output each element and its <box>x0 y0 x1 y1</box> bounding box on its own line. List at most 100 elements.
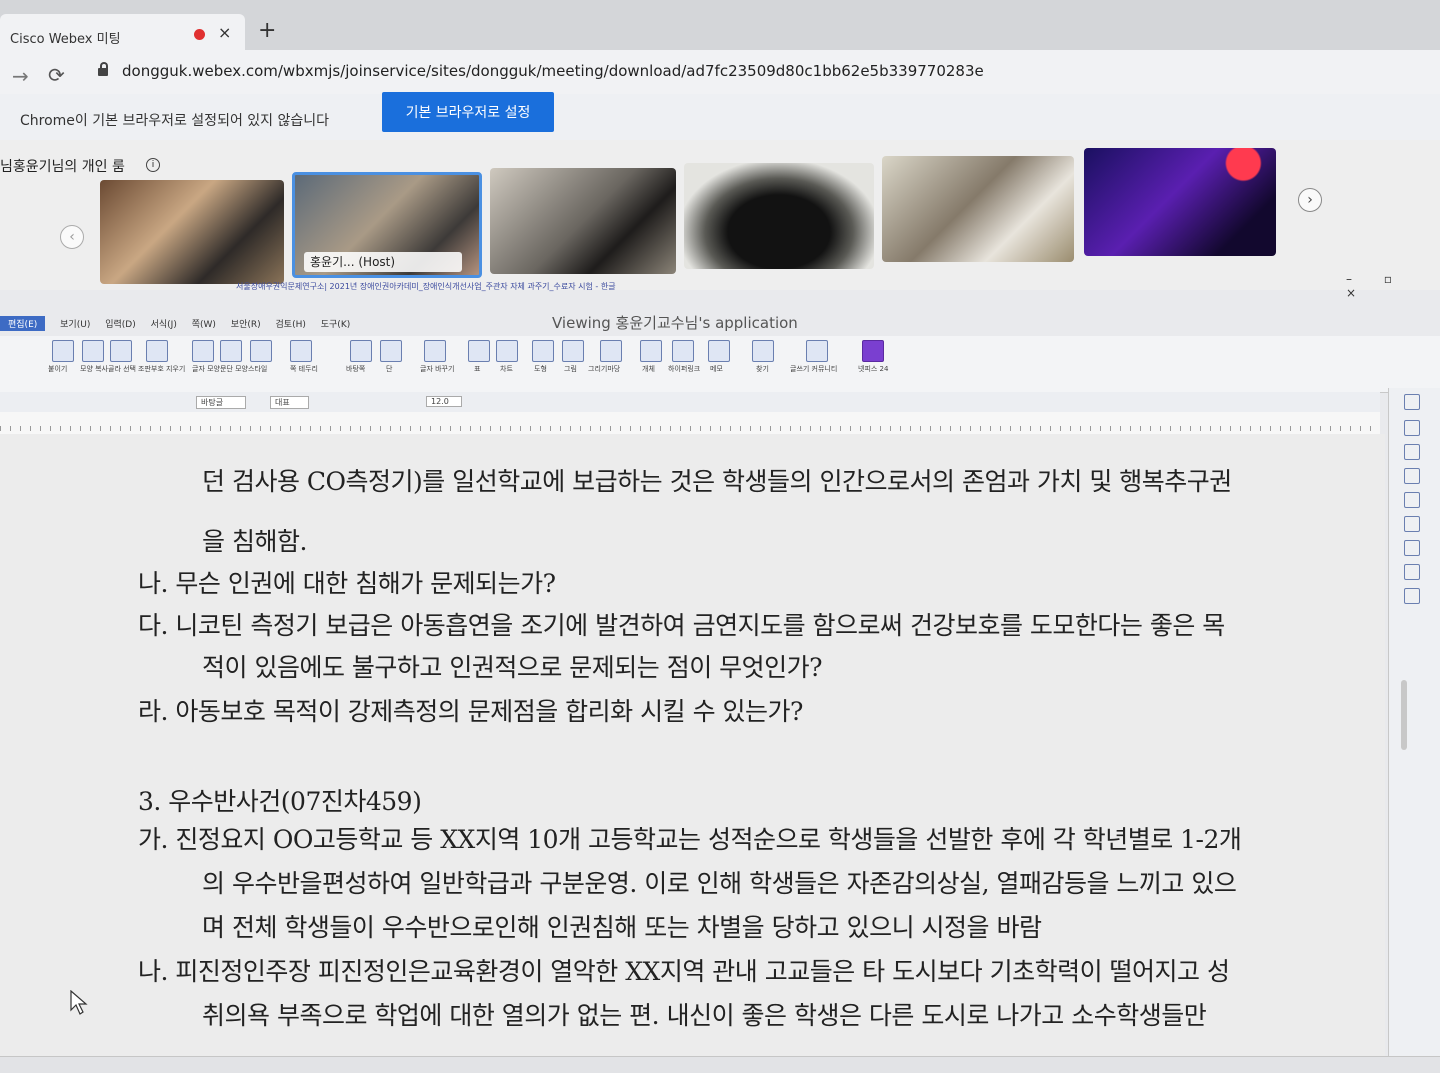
ribbon-label-picture: 그림 <box>564 365 577 373</box>
picture-icon[interactable] <box>562 340 584 362</box>
ribbon-label-writing-community: 글쓰기 커뮤니티 <box>790 365 838 373</box>
find-icon[interactable] <box>752 340 774 362</box>
participant-video-3[interactable] <box>490 168 676 274</box>
side-tool-icon[interactable] <box>1404 394 1420 410</box>
chart-icon[interactable] <box>496 340 518 362</box>
doc-line: 라. 아동보호 목적이 강제측정의 문제점을 합리화 시킬 수 있는가? <box>138 697 803 726</box>
char-replace-icon[interactable] <box>424 340 446 362</box>
ribbon-label-drawing-gallery: 그리기마당 <box>588 365 621 373</box>
menu-item-view[interactable]: 보기(U) <box>60 317 90 330</box>
menu-item-review[interactable]: 검토(H) <box>276 317 306 330</box>
doc-heading: 3. 우수반사건(07진차459) <box>138 787 422 816</box>
doc-line: 적이 있음에도 불구하고 인권적으로 문제되는 점이 무엇인가? <box>202 653 823 682</box>
ribbon-label-chart: 차트 <box>500 365 513 373</box>
participant-video-4[interactable] <box>684 163 874 269</box>
columns-icon[interactable] <box>380 340 402 362</box>
page-border-icon[interactable] <box>290 340 312 362</box>
side-tool-icon[interactable] <box>1404 588 1420 604</box>
ribbon-label-style: 스타일 <box>248 365 268 373</box>
set-default-browser-button[interactable]: 기본 브라우저로 설정 <box>382 92 554 132</box>
formatting-toolbar: 바탕글 대표 12.0 <box>0 392 1380 413</box>
tab-close-icon[interactable]: × <box>218 23 231 42</box>
char-shape-icon[interactable] <box>192 340 214 362</box>
ribbon-label-select: 골라 선택 <box>108 365 136 373</box>
ribbon-label-master-page: 바탕쪽 <box>346 365 366 373</box>
menu-item-tools[interactable]: 도구(K) <box>321 317 351 330</box>
side-tool-icon[interactable] <box>1404 468 1420 484</box>
url-field[interactable]: dongguk.webex.com/wbxmjs/joinservice/sit… <box>122 62 984 80</box>
style-select[interactable]: 바탕글 <box>196 396 247 409</box>
ribbon-label-columns: 단 <box>386 365 393 373</box>
doc-line: 나. 피진정인주장 피진정인은교육환경이 열악한 XX지역 관내 고교들은 타 … <box>138 957 1230 986</box>
ribbon-label-clear-codes: 조판부호 지우기 <box>138 365 186 373</box>
participant-video-5[interactable] <box>882 156 1074 262</box>
ribbon-label-find: 찾기 <box>756 365 769 373</box>
ribbon-label-netffice: 넷피스 24 <box>858 365 889 373</box>
recording-indicator-icon <box>194 29 205 40</box>
hwp-title-bar: 서울장애우권익문제연구소| 2021년 장애인권아카데미_장애인식개선사업_주관… <box>236 282 616 291</box>
font-size-select[interactable]: 12.0 <box>426 396 462 407</box>
ribbon-label-paste: 붙이기 <box>48 365 68 373</box>
status-bar <box>0 1056 1440 1073</box>
participant-video-1[interactable] <box>100 180 284 284</box>
doc-line: 의 우수반을편성하여 일반학급과 구분운영. 이로 인해 학생들은 자존감의상실… <box>202 869 1237 898</box>
ribbon-label-format-copy: 모양 복사 <box>80 365 108 373</box>
object-icon[interactable] <box>640 340 662 362</box>
menu-item-insert[interactable]: 입력(D) <box>105 317 136 330</box>
paste-icon[interactable] <box>52 340 74 362</box>
side-tool-icon[interactable] <box>1404 516 1420 532</box>
vertical-scrollbar[interactable] <box>1401 680 1407 750</box>
lock-icon[interactable] <box>98 62 108 76</box>
ribbon-label-table: 표 <box>474 365 481 373</box>
infobar-message: Chrome이 기본 브라우저로 설정되어 있지 않습니다 <box>20 113 330 129</box>
writing-community-icon[interactable] <box>806 340 828 362</box>
side-tool-icon[interactable] <box>1404 492 1420 508</box>
doc-line: 며 전체 학생들이 우수반으로인해 인권침해 또는 차별을 당하고 있으니 시정… <box>202 913 1042 942</box>
netffice-icon[interactable] <box>862 340 884 362</box>
font-select[interactable]: 대표 <box>270 396 309 409</box>
ribbon-label-page-border: 쪽 테두리 <box>290 365 318 373</box>
new-tab-button[interactable]: + <box>258 18 276 43</box>
hyperlink-icon[interactable] <box>672 340 694 362</box>
participant-video-6[interactable] <box>1084 148 1276 256</box>
side-tool-icon[interactable] <box>1404 564 1420 580</box>
ribbon-label-char-replace: 글자 바꾸기 <box>420 365 455 373</box>
forward-arrow-icon[interactable]: → <box>12 64 29 88</box>
next-videos-button[interactable]: › <box>1298 188 1322 212</box>
host-name-label: 홍윤기... (Host) <box>304 252 462 272</box>
ribbon-label-memo: 메모 <box>710 365 723 373</box>
menu-item-format[interactable]: 서식(J) <box>151 317 177 330</box>
para-shape-icon[interactable] <box>220 340 242 362</box>
format-copy-icon[interactable] <box>82 340 104 362</box>
window-controls[interactable]: – ▫ × <box>1346 272 1440 300</box>
room-title: 님홍윤기님의 개인 룸 <box>0 159 125 175</box>
reload-icon[interactable]: ⟳ <box>48 63 65 87</box>
menu-item-page[interactable]: 쪽(W) <box>192 317 216 330</box>
previous-videos-button[interactable]: ‹ <box>60 225 84 249</box>
menu-item-security[interactable]: 보안(R) <box>231 317 261 330</box>
master-page-icon[interactable] <box>350 340 372 362</box>
side-tool-icon[interactable] <box>1404 420 1420 436</box>
viewing-application-label: Viewing 홍윤기교수님's application <box>552 314 798 332</box>
table-icon[interactable] <box>468 340 490 362</box>
doc-line: 가. 진정요지 OO고등학교 등 XX지역 10개 고등학교는 성적순으로 학생… <box>138 825 1242 854</box>
info-icon[interactable]: i <box>146 158 160 172</box>
drawing-gallery-icon[interactable] <box>600 340 622 362</box>
side-tool-icon[interactable] <box>1404 444 1420 460</box>
clear-codes-icon[interactable] <box>146 340 168 362</box>
select-icon[interactable] <box>110 340 132 362</box>
shape-icon[interactable] <box>532 340 554 362</box>
style-icon[interactable] <box>250 340 272 362</box>
ribbon-label-para-shape: 문단 모양 <box>220 365 248 373</box>
ribbon-label-char-shape: 글자 모양 <box>192 365 220 373</box>
memo-icon[interactable] <box>708 340 730 362</box>
ribbon-label-object: 개체 <box>642 365 655 373</box>
hwp-menu-bar: 편집(E) 보기(U) 입력(D) 서식(J) 쪽(W) 보안(R) 검토(H)… <box>0 316 560 338</box>
horizontal-ruler[interactable] <box>0 412 1380 435</box>
menu-item-edit[interactable]: 편집(E) <box>0 316 46 331</box>
doc-line: 취의욕 부족으로 학업에 대한 열의가 없는 편. 내신이 좋은 학생은 다른 … <box>202 1001 1207 1030</box>
doc-line: 다. 니코틴 측정기 보급은 아동흡연을 조기에 발견하여 금연지도를 함으로써… <box>138 611 1225 640</box>
side-tool-icon[interactable] <box>1404 540 1420 556</box>
doc-line: 던 검사용 CO측정기)를 일선학교에 보급하는 것은 학생들의 인간으로서의 … <box>202 467 1232 496</box>
doc-line: 을 침해함. <box>202 527 307 556</box>
